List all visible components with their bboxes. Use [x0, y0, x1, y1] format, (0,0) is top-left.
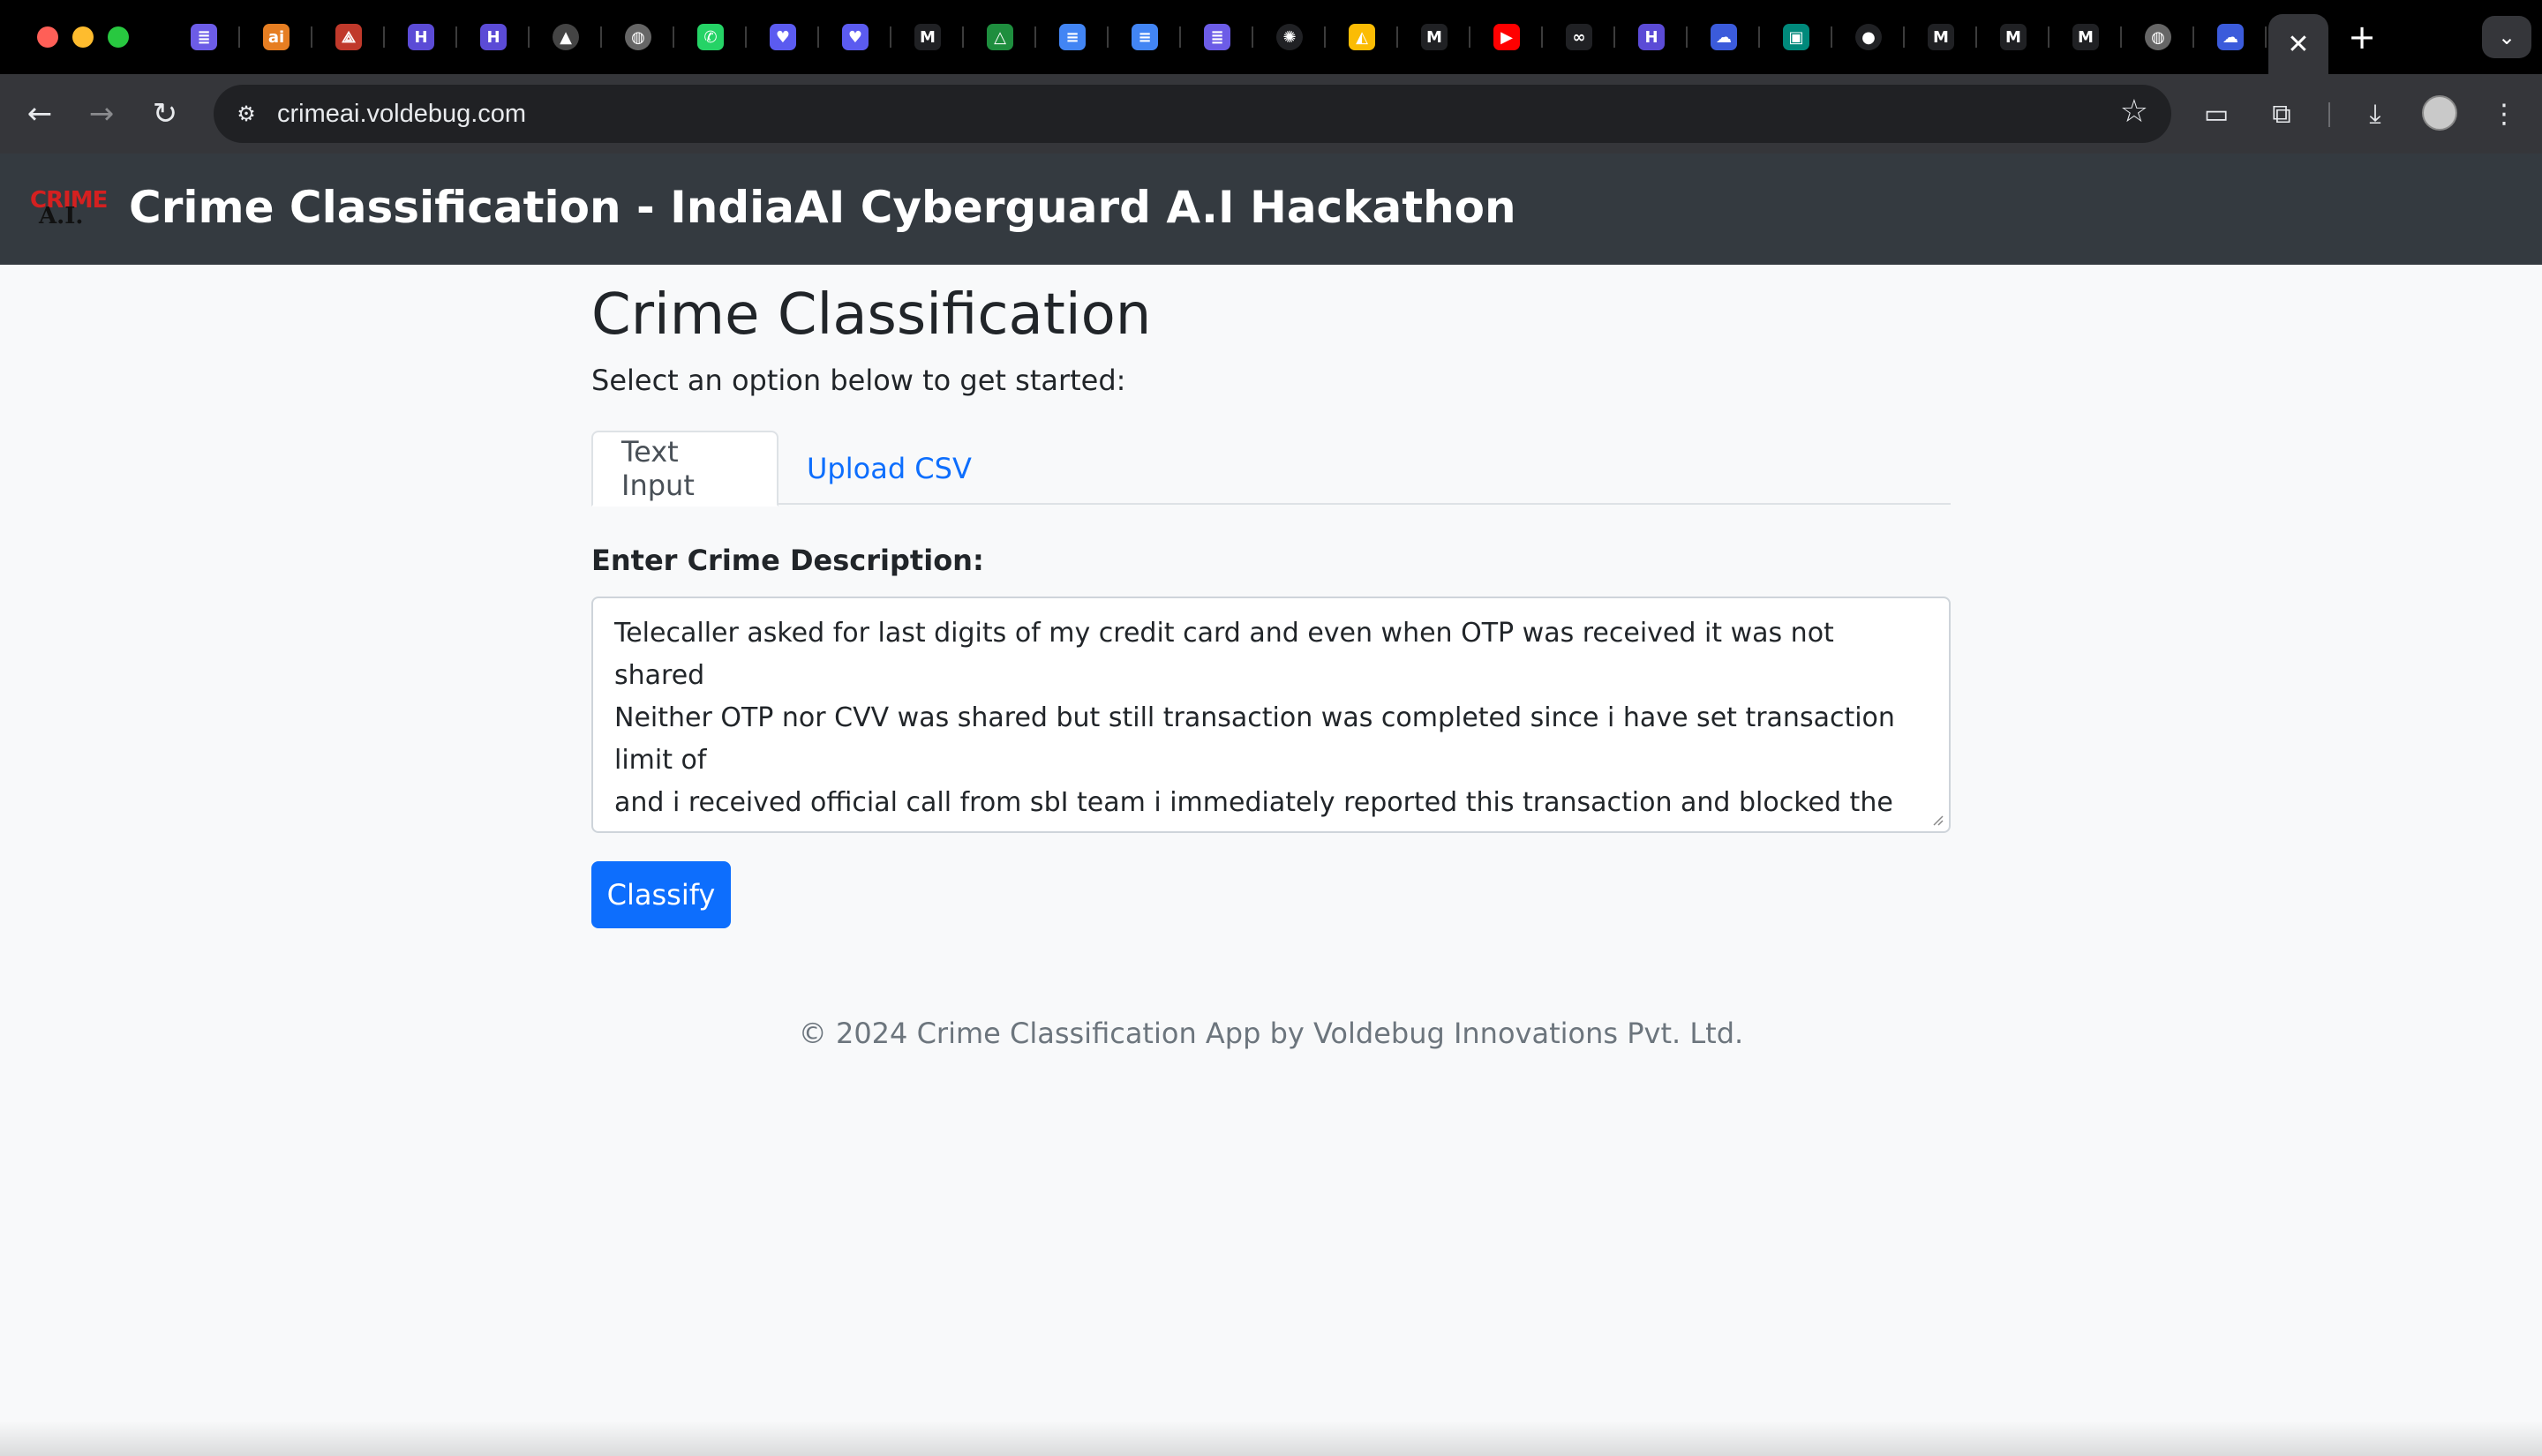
page-title: Crime Classification	[591, 282, 1152, 348]
toolbar-divider	[2328, 102, 2330, 127]
browser-tab[interactable]: M	[1905, 12, 1977, 62]
browser-tab[interactable]: ☁	[2194, 12, 2267, 62]
gmail-favicon-icon: M	[1421, 24, 1448, 50]
classify-button[interactable]: Classify	[591, 861, 731, 928]
heart-chat-favicon-icon: ♥	[842, 24, 869, 50]
browser-tab-strip: ≣ ai ⟁ H H ▲ ◍ ✆ ♥ ♥ M △ ≡ ≡ ≣ ✺ ◭ M ▶ ∞ H ☁ ▣ ● M M M ◍ ☁ ✕ + ⌄	[0, 0, 2542, 74]
page-footer: © 2024 Crime Classification App by Volde…	[798, 1017, 1744, 1050]
browser-tab[interactable]: ▲	[530, 12, 602, 62]
crime-description-textarea[interactable]: Telecaller asked for last digits of my c…	[591, 597, 1951, 833]
docs-favicon-icon: ≡	[1132, 24, 1158, 50]
list-favicon-icon: ≣	[191, 24, 217, 50]
browser-tab[interactable]: ◍	[2122, 12, 2194, 62]
infinity-favicon-icon: ∞	[1566, 24, 1592, 50]
browser-tab[interactable]: ●	[1832, 12, 1905, 62]
bookmark-star-icon[interactable]: ☆	[2120, 94, 2148, 130]
close-tab-icon[interactable]: ✕	[2287, 29, 2309, 60]
gmail-favicon-icon: M	[1928, 24, 1954, 50]
drive-favicon-icon: △	[987, 24, 1013, 50]
browser-tab[interactable]: M	[1977, 12, 2049, 62]
adwords-favicon-icon: ◭	[1349, 24, 1375, 50]
forward-arrow-icon[interactable]: →	[83, 95, 120, 132]
h-favicon-icon: H	[480, 24, 507, 50]
ai-favicon-icon: ai	[263, 24, 290, 50]
list-favicon-icon: ≣	[1204, 24, 1230, 50]
site-info-icon[interactable]: ⚙	[229, 97, 263, 131]
gmail-favicon-icon: M	[2000, 24, 2027, 50]
browser-tab[interactable]: ◍	[602, 12, 674, 62]
h-favicon-icon: H	[408, 24, 434, 50]
browser-tab[interactable]: ai	[240, 12, 312, 62]
navbar-brand[interactable]: Crime Classification - IndiaAI Cyberguar…	[129, 182, 1516, 233]
github-favicon-icon: ●	[1855, 24, 1882, 50]
browser-tab[interactable]: ◭	[1326, 12, 1398, 62]
pdf-favicon-icon: ⟁	[335, 24, 362, 50]
window-close-button[interactable]	[37, 26, 58, 48]
logo-bottom-text: A.I.	[39, 203, 84, 229]
docs-favicon-icon: ≡	[1059, 24, 1086, 50]
window-bottom-shadow	[0, 1421, 2542, 1456]
extensions-puzzle-icon[interactable]: ⧉	[2263, 95, 2300, 132]
browser-tab[interactable]: ⟁	[312, 12, 385, 62]
browser-tab[interactable]: ▶	[1470, 12, 1543, 62]
gmail-favicon-icon: M	[2072, 24, 2099, 50]
browser-tab[interactable]: ∞	[1543, 12, 1615, 62]
back-arrow-icon[interactable]: ←	[21, 95, 58, 132]
browser-tab[interactable]: ✆	[674, 12, 747, 62]
window-maximize-button[interactable]	[108, 26, 129, 48]
gmail-favicon-icon: M	[914, 24, 941, 50]
tab-list-button[interactable]: ⌄	[2482, 16, 2531, 58]
browser-tab[interactable]: H	[457, 12, 530, 62]
browser-tab[interactable]: ≣	[1181, 12, 1253, 62]
resize-grip-icon[interactable]	[1929, 812, 1944, 826]
cloud-favicon-icon: ☁	[1711, 24, 1737, 50]
reload-icon[interactable]: ↻	[147, 95, 184, 132]
tab-upload-csv[interactable]: Upload CSV	[778, 431, 1000, 507]
profile-avatar[interactable]	[2422, 95, 2457, 131]
browser-tab[interactable]: ✺	[1253, 12, 1326, 62]
download-icon[interactable]: ⤓	[2357, 95, 2394, 132]
browser-menu-icon[interactable]: ⋮	[2486, 95, 2523, 132]
browser-tab[interactable]: ≣	[168, 12, 240, 62]
window-minimize-button[interactable]	[72, 26, 94, 48]
cast-icon[interactable]: ▭	[2198, 95, 2235, 132]
browser-tab[interactable]: ♥	[747, 12, 819, 62]
globe-favicon-icon: ◍	[2145, 24, 2171, 50]
browser-tab[interactable]: M	[1398, 12, 1470, 62]
url-text[interactable]: crimeai.voldebug.com	[277, 100, 526, 129]
h-favicon-icon: H	[1638, 24, 1665, 50]
browser-tab[interactable]: M	[891, 12, 964, 62]
browser-tab[interactable]: ▣	[1760, 12, 1832, 62]
browser-tab[interactable]: △	[964, 12, 1036, 62]
page-subtitle: Select an option below to get started:	[591, 364, 1126, 397]
whatsapp-favicon-icon: ✆	[697, 24, 724, 50]
crime-description-label: Enter Crime Description:	[591, 544, 984, 577]
browser-tab[interactable]: H	[1615, 12, 1688, 62]
browser-tab[interactable]: ♥	[819, 12, 891, 62]
active-browser-tab[interactable]: ✕	[2268, 14, 2328, 74]
site-navbar: CRIME A.I. Crime Classification - IndiaA…	[0, 154, 2542, 265]
openai-favicon-icon: ✺	[1276, 24, 1303, 50]
meet-favicon-icon: ▣	[1783, 24, 1809, 50]
browser-tab[interactable]: M	[2049, 12, 2122, 62]
address-bar[interactable]: ⚙ crimeai.voldebug.com ☆	[214, 85, 2171, 143]
tab-text-input[interactable]: Text Input	[591, 431, 778, 507]
browser-toolbar: ← → ↻ ⚙ crimeai.voldebug.com ☆ ▭ ⧉ ⤓ ⋮	[0, 74, 2542, 154]
globe-favicon-icon: ◍	[625, 24, 651, 50]
browser-tab[interactable]: ☁	[1688, 12, 1760, 62]
input-mode-tabs: Text Input Upload CSV	[591, 431, 1951, 507]
new-tab-button[interactable]: +	[2337, 18, 2387, 56]
browser-tab[interactable]: H	[385, 12, 457, 62]
triangle-favicon-icon: ▲	[553, 24, 579, 50]
cloud-favicon-icon: ☁	[2217, 24, 2244, 50]
heart-chat-favicon-icon: ♥	[770, 24, 796, 50]
youtube-favicon-icon: ▶	[1493, 24, 1520, 50]
crime-ai-logo[interactable]: CRIME A.I.	[30, 187, 115, 231]
browser-tab[interactable]: ≡	[1109, 12, 1181, 62]
browser-tabs: ≣ ai ⟁ H H ▲ ◍ ✆ ♥ ♥ M △ ≡ ≡ ≣ ✺ ◭ M ▶ ∞ H ☁ ▣ ● M M M ◍ ☁	[168, 12, 2267, 62]
browser-tab[interactable]: ≡	[1036, 12, 1109, 62]
